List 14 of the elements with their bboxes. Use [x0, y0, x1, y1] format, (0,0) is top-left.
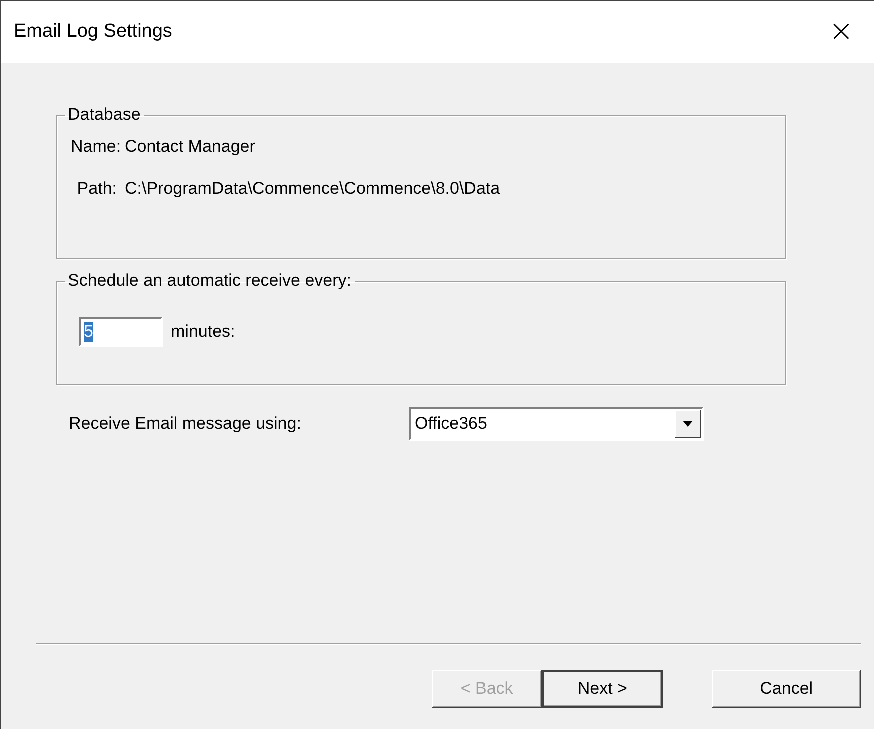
- wizard-button[interactable]: Cancel: [712, 670, 861, 708]
- receive-label: Receive Email message using:: [69, 414, 302, 434]
- unit-label: minutes:: [171, 322, 236, 342]
- group-title: Database: [67, 105, 142, 125]
- field-label: Name:: [71, 137, 117, 157]
- field-value: C:\ProgramData\Commence\Commence\8.0\Data: [125, 179, 500, 199]
- field-value: Contact Manager: [125, 137, 256, 157]
- wizard-button[interactable]: Next >: [542, 670, 664, 708]
- minutes-field[interactable]: 5: [79, 317, 163, 347]
- group-title: Schedule an automatic receive every:: [67, 271, 352, 291]
- window-title: Email Log Settings: [14, 21, 172, 43]
- close-button[interactable]: ×: [822, 17, 860, 47]
- email-dropdown[interactable]: Office365: [409, 407, 704, 441]
- field-label: Path:: [76, 179, 117, 199]
